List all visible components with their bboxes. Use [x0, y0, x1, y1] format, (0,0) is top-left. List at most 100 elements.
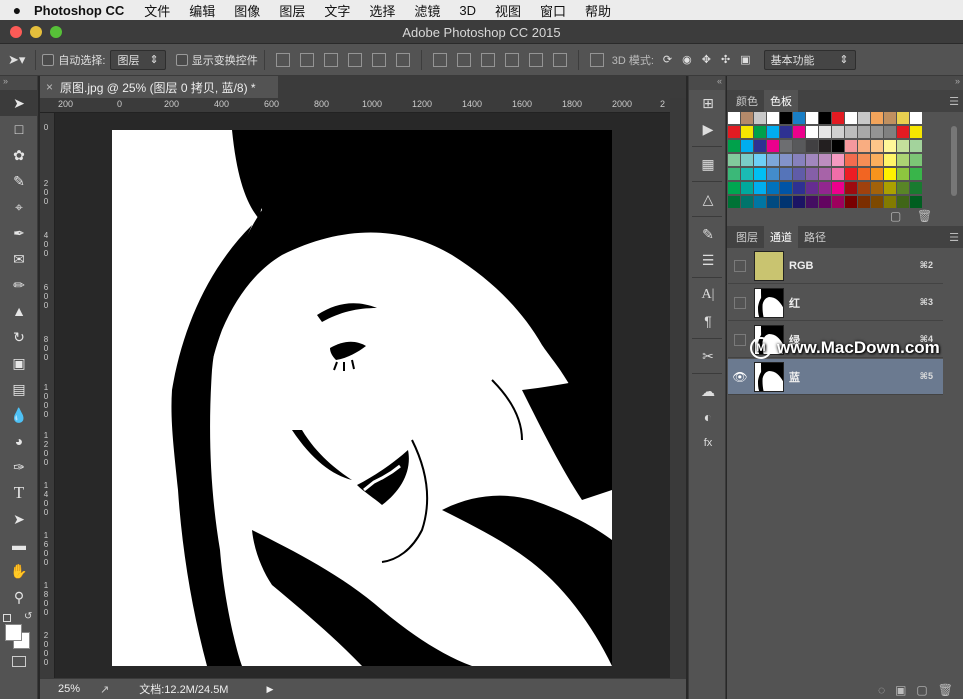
color-swatch[interactable] [871, 182, 883, 194]
quick-mask-icon[interactable] [12, 656, 26, 667]
delete-channel-icon[interactable]: 🗑 [938, 683, 953, 697]
color-swatch[interactable] [897, 140, 909, 152]
distribute-left-icon[interactable] [504, 52, 519, 67]
color-swatch[interactable] [845, 140, 857, 152]
document-tab[interactable]: × 原图.jpg @ 25% (图层 0 拷贝, 蓝/8) * [40, 76, 278, 98]
history-panel-icon[interactable]: ⊞ [689, 90, 727, 116]
marquee-tool[interactable]: □ [0, 116, 38, 142]
color-swatch[interactable] [793, 168, 805, 180]
menu-file[interactable]: 文件 [144, 1, 170, 20]
status-menu-arrow-icon[interactable]: ▶ [266, 684, 273, 695]
distribute-hcenter-icon[interactable] [528, 52, 543, 67]
path-select-tool[interactable]: ➤ [0, 506, 38, 532]
brush-tool[interactable]: ✏ [0, 272, 38, 298]
3d-rotate-icon[interactable]: ⟳ [663, 53, 672, 66]
color-swatch[interactable] [741, 154, 753, 166]
brush-panel-icon[interactable]: ✎ [689, 221, 727, 247]
color-swatch[interactable] [858, 168, 870, 180]
tab-channels[interactable]: 通道 [764, 226, 798, 248]
color-swatch[interactable] [767, 126, 779, 138]
export-icon[interactable]: ↗ [100, 683, 109, 696]
3d-scale-icon[interactable]: ▣ [740, 53, 750, 66]
color-swatch[interactable] [910, 168, 922, 180]
color-swatch[interactable] [780, 140, 792, 152]
color-swatch[interactable] [884, 112, 896, 124]
color-swatch[interactable] [832, 168, 844, 180]
color-swatch[interactable] [858, 182, 870, 194]
color-swatch[interactable] [845, 154, 857, 166]
color-swatch[interactable] [871, 154, 883, 166]
color-swatch[interactable] [741, 182, 753, 194]
move-tool-preset-icon[interactable]: ➤▾ [8, 52, 25, 68]
delete-swatch-icon[interactable]: 🗑 [917, 209, 932, 223]
channel-row-rgb[interactable]: RGB ⌘2 [728, 248, 943, 284]
color-swatch[interactable] [728, 112, 740, 124]
color-swatch[interactable] [793, 182, 805, 194]
color-swatch[interactable] [858, 112, 870, 124]
color-swatch[interactable] [793, 126, 805, 138]
close-tab-icon[interactable]: × [46, 80, 53, 94]
distribute-right-icon[interactable] [552, 52, 567, 67]
color-swatch[interactable] [819, 126, 831, 138]
color-swatch[interactable] [819, 168, 831, 180]
color-swatch[interactable] [832, 126, 844, 138]
app-menu[interactable]: Photoshop CC [34, 3, 124, 18]
color-swatch[interactable] [767, 140, 779, 152]
color-swatch[interactable] [780, 154, 792, 166]
color-swatch[interactable] [767, 112, 779, 124]
eye-icon[interactable]: 👁 [732, 370, 747, 384]
healing-tool[interactable]: ✉ [0, 246, 38, 272]
color-swatch[interactable] [871, 126, 883, 138]
color-swatch[interactable] [728, 126, 740, 138]
tab-swatches[interactable]: 色板 [764, 90, 798, 112]
color-swatch[interactable] [858, 154, 870, 166]
color-swatch[interactable] [845, 168, 857, 180]
color-swatch[interactable] [845, 182, 857, 194]
workspace-dropdown[interactable]: 基本功能 ⇕ [763, 49, 856, 70]
menu-filter[interactable]: 滤镜 [414, 1, 440, 20]
distribute-top-icon[interactable] [432, 52, 447, 67]
color-swatch[interactable] [780, 126, 792, 138]
color-swatch[interactable] [728, 154, 740, 166]
hand-tool[interactable]: ✋ [0, 558, 38, 584]
color-swatch[interactable] [897, 112, 909, 124]
zoom-level[interactable]: 25% [58, 683, 100, 695]
color-swatch[interactable] [832, 154, 844, 166]
visibility-toggle[interactable] [734, 259, 746, 272]
color-swatch[interactable] [884, 168, 896, 180]
color-swatch[interactable] [832, 182, 844, 194]
color-swatch[interactable] [806, 112, 818, 124]
color-swatch[interactable] [819, 140, 831, 152]
menu-3d[interactable]: 3D [459, 3, 476, 18]
stamp-tool[interactable]: ▲ [0, 298, 38, 324]
distribute-bottom-icon[interactable] [480, 52, 495, 67]
libraries-panel-icon[interactable]: ☁ [689, 378, 727, 404]
color-swatch[interactable] [806, 126, 818, 138]
color-swatch[interactable] [754, 140, 766, 152]
dock-collapse-grip[interactable]: « [689, 76, 725, 90]
color-swatch[interactable] [728, 182, 740, 194]
menu-image[interactable]: 图像 [234, 1, 260, 20]
menu-edit[interactable]: 编辑 [189, 1, 215, 20]
color-swatch[interactable] [910, 140, 922, 152]
color-swatch[interactable] [806, 140, 818, 152]
menu-layer[interactable]: 图层 [279, 1, 305, 20]
zoom-tool[interactable]: ⚲ [0, 584, 38, 610]
color-swatch[interactable] [832, 140, 844, 152]
distribute-vcenter-icon[interactable] [456, 52, 471, 67]
color-swatch[interactable] [819, 154, 831, 166]
color-swatch[interactable] [897, 182, 909, 194]
color-swatch[interactable] [806, 182, 818, 194]
vertical-scrollbar[interactable] [670, 98, 686, 678]
color-swatch[interactable] [910, 154, 922, 166]
color-swatch[interactable] [871, 112, 883, 124]
menu-view[interactable]: 视图 [495, 1, 521, 20]
tab-paths[interactable]: 路径 [798, 226, 832, 248]
pen-tool[interactable]: ✑ [0, 454, 38, 480]
save-selection-icon[interactable]: ▣ [895, 683, 906, 697]
tab-layers[interactable]: 图层 [730, 226, 764, 248]
color-swatch[interactable] [741, 126, 753, 138]
type-tool[interactable]: T [0, 480, 38, 506]
color-swatch[interactable] [897, 168, 909, 180]
panels-collapse-grip[interactable]: » [727, 76, 963, 90]
